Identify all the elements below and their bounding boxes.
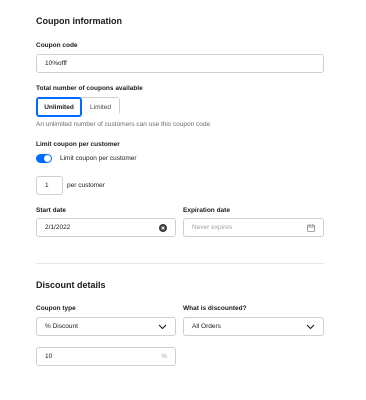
clear-icon[interactable] xyxy=(159,223,167,232)
expiration-date-input[interactable]: Never expires xyxy=(183,218,324,237)
per-customer-suffix-text: per customer xyxy=(67,182,105,189)
discount-amount-value: 10 xyxy=(45,353,53,360)
what-discounted-label: What is discounted? xyxy=(183,305,247,312)
unlimited-option-button[interactable]: Unlimited xyxy=(36,97,82,117)
limit-per-customer-toggle[interactable] xyxy=(36,154,52,163)
total-coupons-segmented-control: Unlimited Limited xyxy=(36,97,120,117)
section-title-coupon-information: Coupon information xyxy=(36,16,122,26)
limit-per-customer-label: Limit coupon per customer xyxy=(36,141,120,148)
calendar-icon[interactable] xyxy=(307,223,315,232)
start-date-value: 2/1/2022 xyxy=(45,224,71,231)
section-title-discount-details: Discount details xyxy=(36,280,106,290)
what-discounted-select[interactable]: All Orders xyxy=(183,317,324,336)
coupon-type-select[interactable]: % Discount xyxy=(36,317,176,336)
section-divider xyxy=(36,263,324,264)
coupon-code-label: Coupon code xyxy=(36,42,78,49)
expiration-date-placeholder: Never expires xyxy=(192,224,233,231)
discount-amount-input[interactable]: 10 % xyxy=(36,347,176,366)
start-date-label: Start date xyxy=(36,207,66,214)
coupon-type-label: Coupon type xyxy=(36,305,76,312)
total-coupons-label: Total number of coupons available xyxy=(36,85,143,92)
total-coupons-helper-text: An unlimited number of customers can use… xyxy=(36,121,211,128)
discount-amount-suffix: % xyxy=(161,353,167,360)
start-date-input[interactable]: 2/1/2022 xyxy=(36,218,176,237)
limited-option-button[interactable]: Limited xyxy=(82,98,119,116)
coupon-type-value: % Discount xyxy=(45,323,78,330)
chevron-down-icon xyxy=(306,324,315,330)
limit-per-customer-toggle-label: Limit coupon per customer xyxy=(60,155,137,162)
coupon-code-input[interactable]: 10%offf xyxy=(36,54,324,73)
what-discounted-value: All Orders xyxy=(192,323,221,330)
expiration-date-label: Expiration date xyxy=(183,207,230,214)
per-customer-quantity-input[interactable]: 1 xyxy=(36,176,63,195)
chevron-down-icon xyxy=(158,324,167,330)
